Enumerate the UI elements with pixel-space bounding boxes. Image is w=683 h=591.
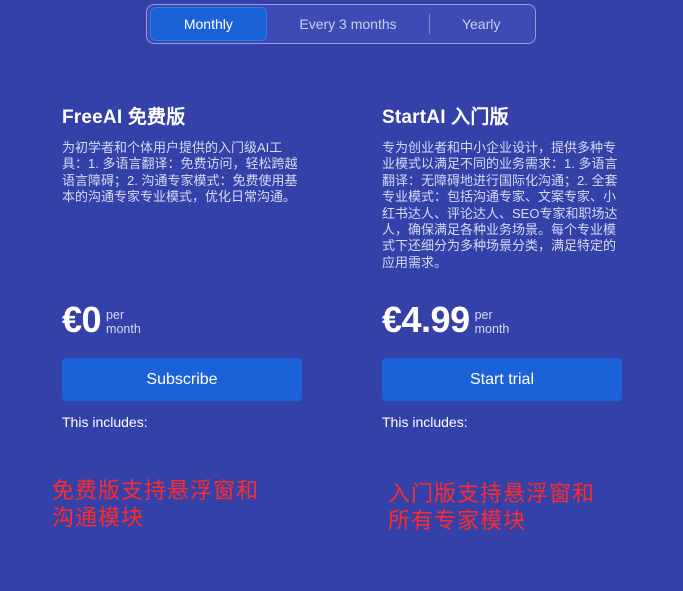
annotation-line: 所有专家模块 bbox=[388, 508, 527, 533]
plan-price: €0 bbox=[62, 299, 102, 340]
price-unit-month: month bbox=[106, 322, 141, 336]
price-unit: per month bbox=[106, 308, 141, 336]
plan-card-start: StartAI 入门版 专为创业者和中小企业设计，提供多种专业模式以满足不同的业… bbox=[382, 104, 622, 430]
annotation-free-plan: 免费版支持悬浮窗和 沟通模块 bbox=[52, 477, 259, 531]
price-unit-month: month bbox=[474, 322, 510, 336]
annotation-line: 免费版支持悬浮窗和 bbox=[52, 478, 260, 503]
start-trial-button[interactable]: Start trial bbox=[382, 358, 622, 401]
plan-name: FreeAI 免费版 bbox=[62, 107, 186, 128]
plan-description: 为初学者和个体用户提供的入门级AI工具：1. 多语言翻译：免费访问，轻松跨越语言… bbox=[62, 140, 298, 205]
billing-option-monthly[interactable]: Monthly bbox=[150, 7, 267, 41]
annotation-start-plan: 入门版支持悬浮窗和 所有专家模块 bbox=[388, 480, 595, 534]
annotation-line: 入门版支持悬浮窗和 bbox=[388, 481, 596, 506]
annotation-line: 沟通模块 bbox=[52, 505, 145, 530]
includes-label: This includes: bbox=[62, 414, 148, 430]
billing-option-every-3-months[interactable]: Every 3 months bbox=[267, 7, 430, 41]
plan-card-free: FreeAI 免费版 为初学者和个体用户提供的入门级AI工具：1. 多语言翻译：… bbox=[62, 104, 302, 430]
billing-option-yearly[interactable]: Yearly bbox=[430, 7, 532, 41]
billing-period-toggle: Monthly Every 3 months Yearly bbox=[146, 4, 536, 44]
price-row: €0 per month bbox=[62, 300, 141, 340]
price-unit: per month bbox=[475, 308, 510, 336]
subscribe-button[interactable]: Subscribe bbox=[62, 358, 302, 401]
plan-description: 专为创业者和中小企业设计，提供多种专业模式以满足不同的业务需求：1. 多语言翻译… bbox=[382, 140, 618, 270]
includes-label: This includes: bbox=[382, 414, 468, 430]
plan-name: StartAI 入门版 bbox=[382, 107, 509, 128]
price-row: €4.99 per month bbox=[382, 300, 509, 340]
price-unit-per: per bbox=[106, 308, 125, 322]
plan-price: €4.99 bbox=[382, 299, 470, 340]
price-unit-per: per bbox=[474, 308, 493, 322]
